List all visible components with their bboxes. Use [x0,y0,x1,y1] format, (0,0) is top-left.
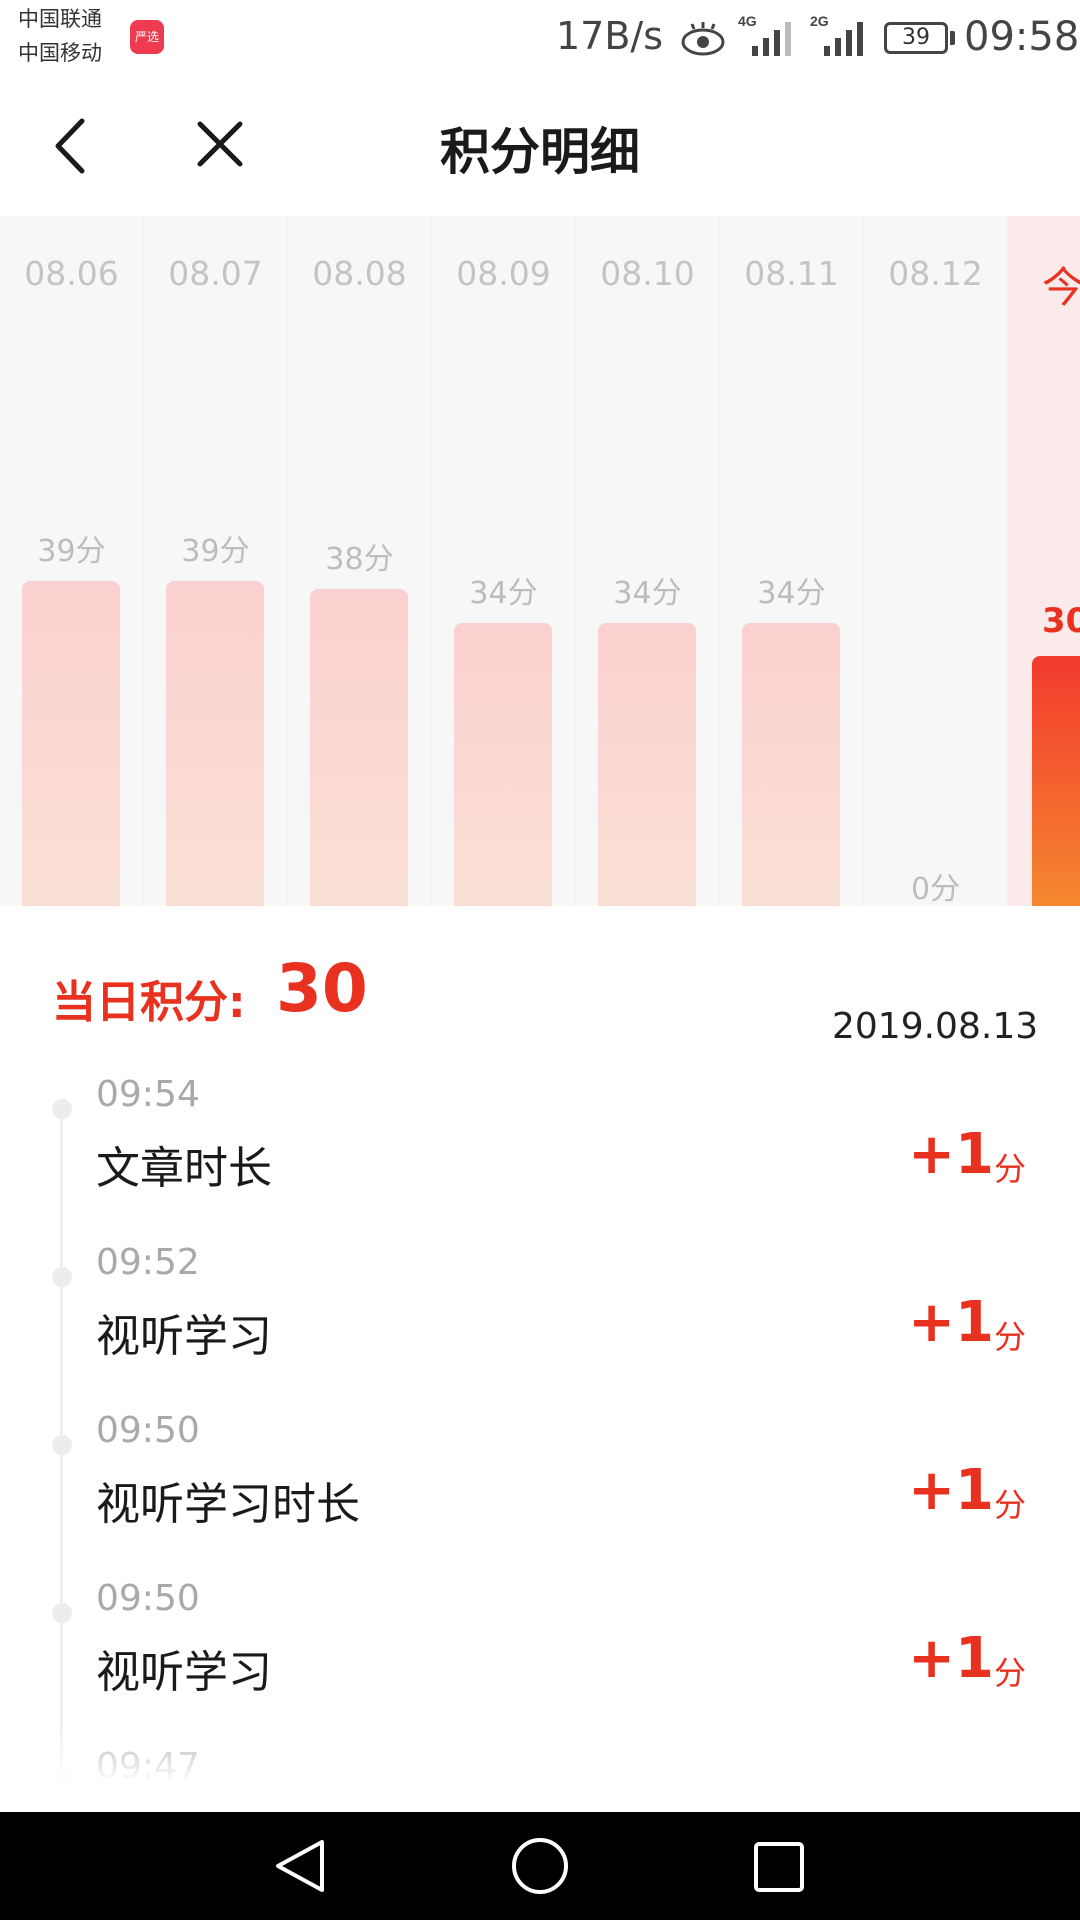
status-bar: 中国联通 中国移动 严选 17B/s 4G 2G 39 09:58 [0,0,1080,80]
battery-icon: 39 [884,22,948,54]
chart-value-label: 34分 [757,576,826,611]
timeline-dot [52,1435,72,1455]
record-time: 09:54 [96,1074,200,1115]
carrier-2: 中国移动 [18,41,102,65]
record-points-unit: 分 [993,1486,1026,1524]
chart-value-label: 38分 [325,542,394,577]
net-speed: 17B/s [556,14,664,58]
chart-column[interactable]: 08.12 0分 [864,216,1008,906]
chart-bar [742,623,840,906]
status-time: 09:58 [964,14,1080,60]
nav-home-icon[interactable] [510,1836,570,1896]
chart-bar [22,581,120,906]
nav-bar [0,1812,1080,1920]
nav-recents-icon[interactable] [752,1840,806,1894]
chart-bar [598,623,696,906]
chart-date-label: 08.10 [600,254,695,293]
record-name: 视听学习时长 [96,1479,360,1530]
chart-value-label: 39分 [37,534,106,569]
chart-date-label: 08.08 [312,254,407,293]
signal-2g-icon: 2G [810,13,863,56]
record-points: +1 [908,1122,994,1187]
record-name: 视听学习 [96,1311,272,1362]
signal-4g-icon: 4G [738,13,791,56]
battery-tip [950,31,955,45]
chart-bar [454,623,552,906]
timeline-dot [52,1603,72,1623]
chart-column-today[interactable]: 今 30 [1008,216,1080,906]
chart-value-label: 30 [1042,601,1080,641]
daily-date: 2019.08.13 [832,1006,1039,1047]
record-time: 09:50 [96,1410,200,1451]
timeline-dot [52,1099,72,1119]
page-title: 积分明细 [440,123,640,181]
daily-points-value: 30 [276,950,368,1027]
chart-column[interactable]: 08.09 34分 [432,216,576,906]
list-fade [0,1720,1080,1810]
chart-date-label: 08.07 [168,254,263,293]
chart-bar [310,589,408,906]
daily-points-label: 当日积分: [52,977,246,1028]
record-points-unit: 分 [993,1654,1026,1692]
record-points: +1 [908,1626,994,1691]
record-points-unit: 分 [993,1318,1026,1356]
record-time: 09:50 [96,1578,200,1619]
carrier-1: 中国联通 [18,7,102,31]
eye-comfort-icon [681,22,725,56]
chart-column[interactable]: 08.07 39分 [144,216,288,906]
chart-date-label: 08.11 [744,254,839,293]
chart-value-label: 34分 [469,576,538,611]
chart-column[interactable]: 08.11 34分 [720,216,864,906]
chart-date-label: 08.09 [456,254,551,293]
chart-date-label: 今 [1042,263,1080,312]
record-points-unit: 分 [993,1150,1026,1188]
chart-date-label: 08.12 [888,254,983,293]
chart-date-label: 08.06 [24,254,119,293]
chart-value-label: 34分 [613,576,682,611]
nav-back-icon[interactable] [270,1838,330,1894]
chart-value-label: 0分 [910,872,961,906]
chart-column[interactable]: 08.06 39分 [0,216,144,906]
chart-value-label: 39分 [181,534,250,569]
signal-4g-label: 4G [738,13,757,29]
points-bar-chart[interactable]: 08.06 39分 08.07 39分 08.08 38分 08.09 34分 08.10 34分… [0,216,1080,906]
record-name: 视听学习 [96,1647,272,1698]
chart-bar [1032,656,1080,906]
chart-column[interactable]: 08.10 34分 [576,216,720,906]
timeline-dot [52,1267,72,1287]
record-name: 文章时长 [96,1143,272,1194]
chart-bar [166,581,264,906]
record-time: 09:52 [96,1242,200,1283]
signal-2g-label: 2G [810,13,829,29]
record-points: +1 [908,1290,994,1355]
app-badge-icon: 严选 [130,20,164,54]
record-points: +1 [908,1458,994,1523]
chart-column[interactable]: 08.08 38分 [288,216,432,906]
